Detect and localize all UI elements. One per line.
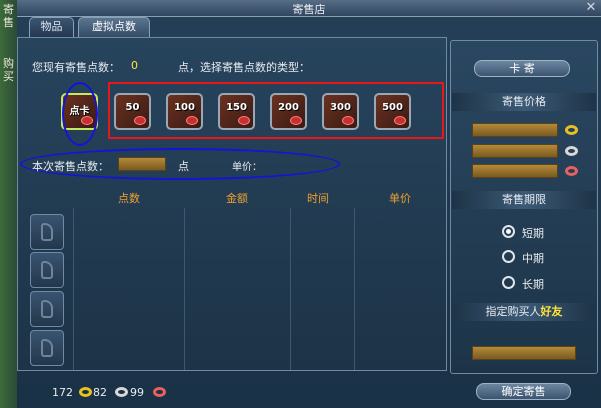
grid-divider bbox=[184, 208, 185, 370]
gold-amount: 172 bbox=[52, 386, 73, 399]
glove-icon bbox=[41, 261, 53, 279]
duration-short-radio[interactable] bbox=[502, 225, 515, 238]
window-title: 寄售店 bbox=[292, 3, 326, 16]
points-suffix: 点，选择寄售点数的类型： bbox=[178, 61, 310, 74]
duration-short-label: 短期 bbox=[522, 227, 544, 240]
list-item-slot[interactable] bbox=[30, 214, 64, 250]
copper-price-input[interactable] bbox=[472, 164, 558, 178]
points-value: 0 bbox=[131, 59, 138, 72]
tab-items[interactable]: 物品 bbox=[29, 17, 74, 37]
duration-medium-label: 中期 bbox=[522, 252, 544, 265]
buyer-name-input[interactable] bbox=[472, 346, 576, 360]
silver-price-input[interactable] bbox=[472, 144, 558, 158]
glove-icon bbox=[41, 223, 53, 241]
col-header-unit-price: 单价 bbox=[389, 192, 411, 205]
consign-points-unit: 点 bbox=[178, 160, 189, 173]
price-header: 寄售价格 bbox=[452, 93, 596, 111]
col-header-amount: 金额 bbox=[226, 192, 248, 205]
copper-coin-icon bbox=[565, 166, 578, 176]
edge-buy-text: 购买 bbox=[3, 57, 14, 83]
points-prefix: 您现有寄售点数： bbox=[32, 61, 120, 74]
buyer-label: 指定购买人 bbox=[485, 305, 541, 318]
buyer-header: 指定购买人好友 bbox=[452, 303, 596, 321]
list-item-slot[interactable] bbox=[30, 291, 64, 327]
edge-consign-text: 寄售 bbox=[3, 3, 14, 29]
consign-points-input[interactable] bbox=[118, 157, 166, 171]
gold-coin-icon bbox=[79, 387, 92, 397]
silver-coin-icon bbox=[565, 146, 578, 156]
grid-divider bbox=[354, 208, 355, 370]
silver-amount: 82 bbox=[93, 386, 107, 399]
duration-long-label: 长期 bbox=[522, 278, 544, 291]
copper-coin-icon bbox=[153, 387, 166, 397]
list-item-slot[interactable] bbox=[30, 252, 64, 288]
gold-coin-icon bbox=[565, 125, 578, 135]
glove-icon bbox=[41, 300, 53, 318]
close-icon[interactable]: ✕ bbox=[584, 1, 598, 15]
consign-points-label: 本次寄售点数： bbox=[32, 160, 109, 173]
tab-virtual-points[interactable]: 虚拟点数 bbox=[78, 17, 150, 37]
red-annotation-box bbox=[108, 82, 444, 139]
col-header-time: 时间 bbox=[307, 192, 329, 205]
left-edge-strip: 寄售 购买 bbox=[0, 0, 17, 408]
grid-divider bbox=[290, 208, 291, 370]
duration-long-radio[interactable] bbox=[502, 276, 515, 289]
confirm-consign-button[interactable]: 确定寄售 bbox=[476, 383, 571, 400]
consign-card-button[interactable]: 卡 寄 bbox=[474, 60, 570, 77]
consignment-shop-window: 寄售 购买 寄售店 ✕ 物品 虚拟点数 您现有寄售点数： 0 点，选择寄售点数的… bbox=[0, 0, 601, 408]
unit-price-label: 单价： bbox=[232, 162, 262, 173]
duration-medium-radio[interactable] bbox=[502, 250, 515, 263]
gold-price-input[interactable] bbox=[472, 123, 558, 137]
silver-coin-icon bbox=[115, 387, 128, 397]
copper-amount: 99 bbox=[130, 386, 144, 399]
blue-annotation-oval-card bbox=[62, 82, 98, 146]
buyer-friend-label[interactable]: 好友 bbox=[541, 305, 563, 318]
duration-header: 寄售期限 bbox=[452, 191, 596, 209]
list-item-slot[interactable] bbox=[30, 330, 64, 366]
title-bar: 寄售店 ✕ bbox=[17, 0, 601, 17]
glove-icon bbox=[41, 339, 53, 357]
col-header-points: 点数 bbox=[118, 192, 140, 205]
grid-divider bbox=[73, 208, 74, 370]
